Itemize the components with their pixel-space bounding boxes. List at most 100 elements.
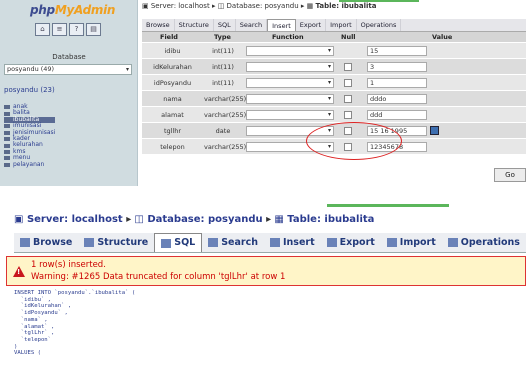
breadcrumb-table[interactable]: Table: ibubalita: [316, 2, 377, 10]
field-type: int(11): [212, 79, 234, 87]
sql-docs-icon[interactable]: ▤: [86, 23, 101, 36]
warning-icon: !: [13, 266, 25, 277]
table-list-item[interactable]: pelayanan: [4, 161, 55, 168]
tab-structure[interactable]: Structure: [78, 233, 154, 252]
tab-bar: Browse Structure SQL Search Insert Expor…: [14, 233, 526, 253]
tab-bar: Browse Structure SQL Search Insert Expor…: [142, 19, 526, 32]
tab-insert[interactable]: Insert: [267, 19, 296, 31]
table-icon: [4, 162, 10, 167]
insert-table-header: Field Type Function Null Value: [142, 32, 526, 42]
structure-icon: [84, 238, 95, 247]
breadcrumb-database[interactable]: Database: posyandu: [227, 2, 299, 10]
tab-import[interactable]: Import: [381, 233, 442, 252]
docs-icon[interactable]: ?: [69, 23, 84, 36]
sidebar-icon-bar: ⌂ ≡ ? ▤: [35, 23, 101, 36]
tab-import[interactable]: Import: [326, 19, 357, 31]
tab-structure[interactable]: Structure: [175, 19, 214, 31]
function-select[interactable]: [246, 62, 334, 72]
table-list: anak balita ibubalita imunisasi jenisimu…: [4, 103, 56, 168]
null-checkbox[interactable]: [344, 79, 352, 87]
table-icon: [4, 137, 10, 142]
value-input[interactable]: 15: [367, 46, 427, 56]
field-type: varchar(255): [204, 111, 247, 119]
breadcrumb: ▣ Server: localhost ▸ ◫ Database: posyan…: [14, 214, 374, 225]
database-label: Database: [52, 53, 86, 61]
tab-insert[interactable]: Insert: [264, 233, 321, 252]
function-select[interactable]: [246, 78, 334, 88]
query-window-icon[interactable]: ≡: [52, 23, 67, 36]
breadcrumb: ▣ Server: localhost ▸ ◫ Database: posyan…: [142, 2, 377, 10]
column-header-function: Function: [272, 33, 304, 41]
field-type: date: [215, 127, 231, 135]
null-checkbox[interactable]: [344, 111, 352, 119]
sidebar: phpMyAdmin ⌂ ≡ ? ▤ Database posyandu (49…: [0, 0, 138, 186]
function-select[interactable]: [246, 110, 334, 120]
notice-message: 1 row(s) inserted.: [31, 260, 106, 270]
chevron-down-icon: ▾: [125, 66, 129, 73]
database-name-link[interactable]: posyandu (23): [4, 86, 55, 94]
table-icon: [4, 130, 10, 135]
insert-icon: [270, 238, 280, 247]
field-name: idKelurahan: [153, 63, 192, 71]
database-icon: ◫: [134, 214, 144, 225]
table-row: idPosyandu int(11) 1: [142, 75, 526, 91]
table-icon: ▦: [306, 2, 314, 10]
field-type: varchar(255): [204, 95, 247, 103]
operations-icon: [447, 238, 458, 247]
breadcrumb-server[interactable]: Server: localhost: [151, 2, 210, 10]
field-type: int(11): [212, 63, 234, 71]
field-name: alamat: [161, 111, 184, 119]
sql-query-code: INSERT INTO `posyandu`.`ibubalita` ( `id…: [14, 290, 136, 357]
database-icon: ◫: [217, 2, 225, 10]
server-icon: ▣: [14, 214, 24, 225]
table-icon: [4, 150, 10, 155]
table-icon: [4, 105, 10, 110]
home-icon[interactable]: ⌂: [35, 23, 50, 36]
notice-warning: Warning: #1265 Data truncated for column…: [31, 272, 286, 282]
field-name: idibu: [164, 47, 181, 55]
search-icon: [208, 238, 219, 247]
function-select[interactable]: [246, 46, 334, 56]
value-input[interactable]: 3: [367, 62, 427, 72]
tab-sql[interactable]: SQL: [214, 19, 236, 31]
table-row: alamat varchar(255) ddd: [142, 107, 526, 123]
breadcrumb-table[interactable]: Table: ibubalita: [287, 214, 374, 225]
table-icon: [4, 143, 10, 148]
null-checkbox[interactable]: [344, 63, 352, 71]
phpmyadmin-logo[interactable]: phpMyAdmin: [30, 3, 115, 17]
top-insert-screen: phpMyAdmin ⌂ ≡ ? ▤ Database posyandu (49…: [0, 0, 526, 186]
export-icon: [326, 238, 337, 247]
value-input[interactable]: ddd: [367, 110, 427, 120]
table-row: idibu int(11) 15: [142, 43, 526, 59]
column-header-value: Value: [432, 33, 453, 41]
field-type: varchar(255): [204, 143, 247, 151]
value-input[interactable]: 1: [367, 78, 427, 88]
field-type: int(11): [212, 47, 234, 55]
go-button[interactable]: Go: [494, 168, 526, 182]
tab-export[interactable]: Export: [296, 19, 327, 31]
tab-browse[interactable]: Browse: [14, 233, 78, 252]
field-name: idPosyandu: [153, 79, 192, 87]
calendar-icon[interactable]: [430, 126, 439, 135]
breadcrumb-server[interactable]: Server: localhost: [27, 214, 123, 225]
tab-operations[interactable]: Operations: [357, 19, 402, 31]
value-input[interactable]: dddo: [367, 94, 427, 104]
tab-operations[interactable]: Operations: [442, 233, 526, 252]
tab-search[interactable]: Search: [202, 233, 264, 252]
green-highlight-bar: [327, 204, 449, 207]
null-checkbox[interactable]: [344, 95, 352, 103]
breadcrumb-database[interactable]: Database: posyandu: [147, 214, 262, 225]
tab-export[interactable]: Export: [321, 233, 381, 252]
warning-notice: ! 1 row(s) inserted. Warning: #1265 Data…: [6, 256, 526, 286]
database-select[interactable]: posyandu (49) ▾: [4, 64, 132, 75]
highlight-circle: [306, 122, 402, 160]
import-icon: [386, 238, 397, 247]
tab-search[interactable]: Search: [236, 19, 268, 31]
tab-sql[interactable]: SQL: [154, 233, 203, 252]
tab-browse[interactable]: Browse: [142, 19, 175, 31]
field-name: nama: [163, 95, 182, 103]
server-icon: ▣: [142, 2, 149, 10]
field-name: telepon: [160, 143, 185, 151]
field-name: tgllhr: [163, 127, 182, 135]
function-select[interactable]: [246, 94, 334, 104]
